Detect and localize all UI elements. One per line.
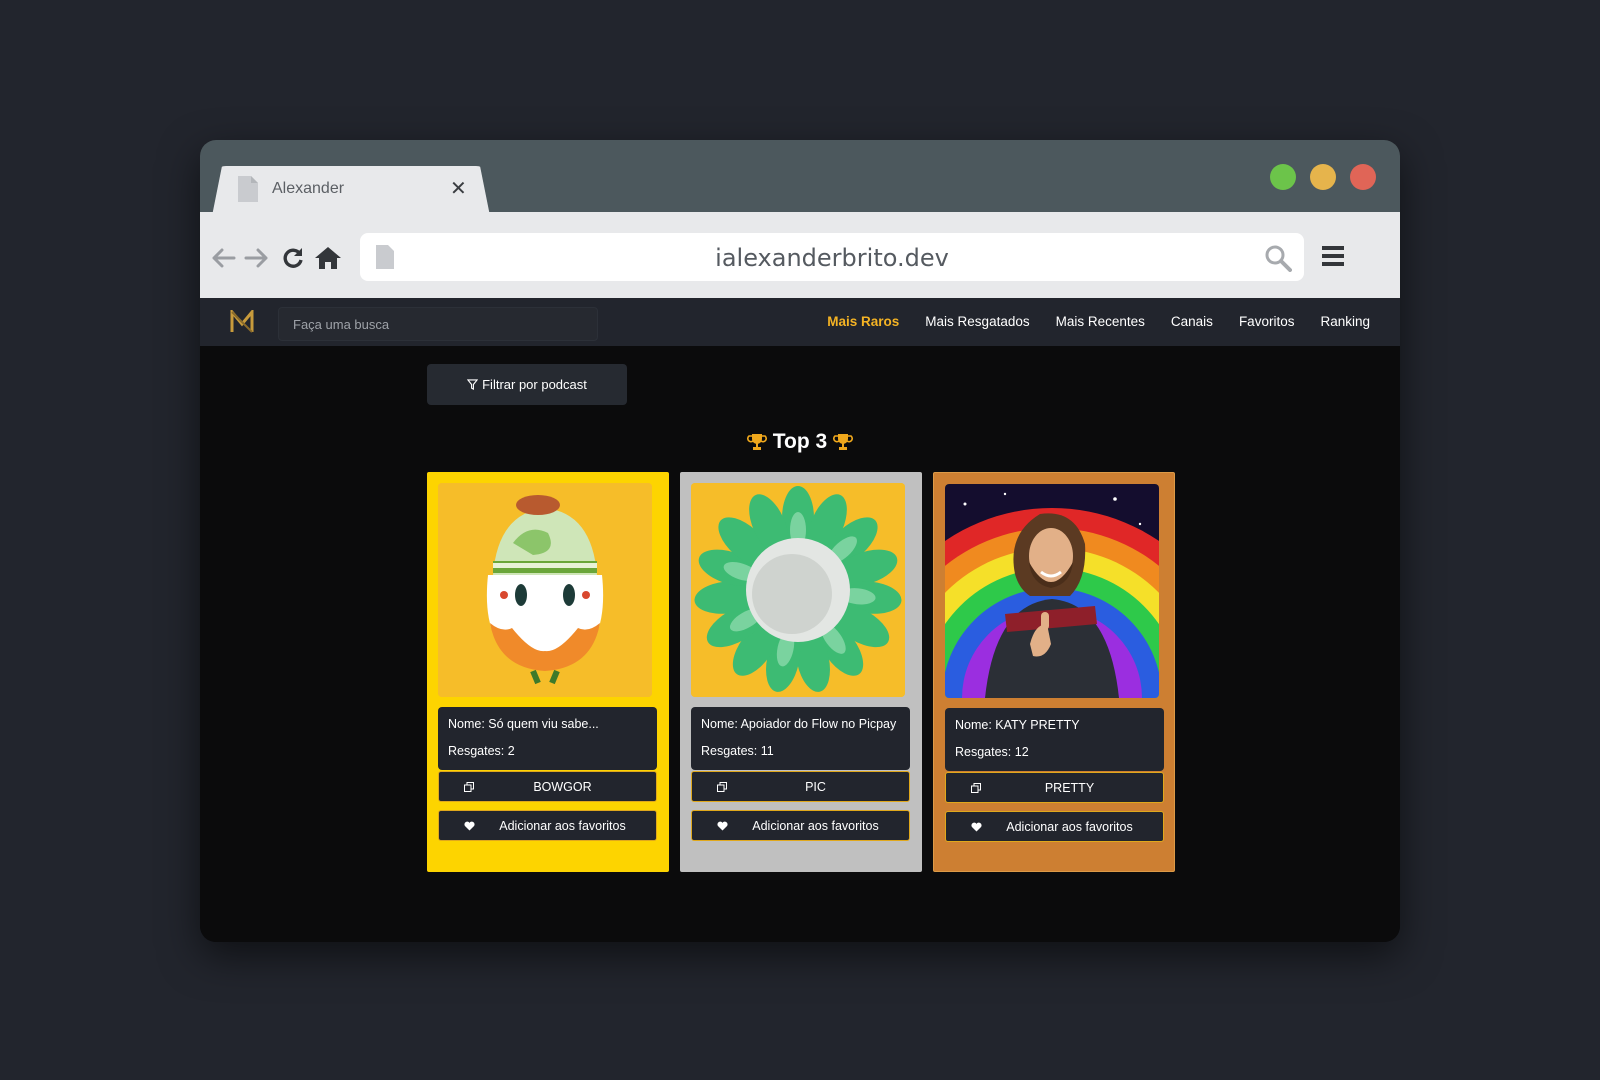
nav-link-canais[interactable]: Canais <box>1171 314 1213 329</box>
copy-code-button[interactable]: BOWGOR <box>438 771 657 802</box>
copy-icon <box>717 781 727 792</box>
favorite-label: Adicionar aos favoritos <box>752 818 879 833</box>
reward-info: Nome: Apoiador do Flow no Picpay Resgate… <box>691 707 910 770</box>
maximize-button[interactable] <box>1270 164 1296 190</box>
reward-image-clown-car <box>438 483 652 697</box>
filter-icon <box>467 379 479 390</box>
browser-tab[interactable]: Alexander ✕ <box>212 166 490 216</box>
heart-icon <box>716 821 728 831</box>
copy-code-button[interactable]: PRETTY <box>945 772 1164 803</box>
nav-link-mais-resgatados[interactable]: Mais Resgatados <box>925 314 1029 329</box>
reward-card: Nome: Apoiador do Flow no Picpay Resgate… <box>680 472 922 872</box>
site-navbar: Mais Raros Mais Resgatados Mais Recentes… <box>200 298 1400 346</box>
filter-podcast-button[interactable]: Filtrar por podcast <box>427 364 627 405</box>
nav-link-mais-raros[interactable]: Mais Raros <box>827 314 899 329</box>
code-label: BOWGOR <box>533 779 592 794</box>
heart-icon <box>970 822 982 832</box>
address-bar[interactable]: ialexanderbrito.dev <box>360 233 1304 281</box>
url-text: ialexanderbrito.dev <box>715 244 949 272</box>
close-tab-icon[interactable]: ✕ <box>450 176 467 201</box>
hamburger-menu-icon[interactable] <box>1322 246 1344 266</box>
file-icon <box>238 176 258 202</box>
favorite-label: Adicionar aos favoritos <box>1006 819 1133 834</box>
nav-links: Mais Raros Mais Resgatados Mais Recentes… <box>827 314 1370 329</box>
tab-title: Alexander <box>272 180 345 197</box>
reward-name: Nome: Só quem viu sabe... <box>448 717 599 731</box>
reward-redemptions: Resgates: 2 <box>448 744 515 758</box>
reward-image-man-rainbow <box>945 484 1159 698</box>
heart-icon <box>463 821 475 831</box>
close-window-button[interactable] <box>1350 164 1376 190</box>
reward-info: Nome: Só quem viu sabe... Resgates: 2 <box>438 707 657 770</box>
browser-window: Alexander ✕ ialexanderbrito.dev Mais Rar… <box>200 140 1400 942</box>
reward-image-green-flower <box>691 483 905 697</box>
reward-card: Nome: Só quem viu sabe... Resgates: 2 BO… <box>427 472 669 872</box>
reward-name: Nome: Apoiador do Flow no Picpay <box>701 717 897 731</box>
copy-icon <box>464 781 474 792</box>
copy-code-button[interactable]: PIC <box>691 771 910 802</box>
add-favorite-button[interactable]: Adicionar aos favoritos <box>438 810 657 841</box>
nav-link-mais-recentes[interactable]: Mais Recentes <box>1056 314 1145 329</box>
copy-icon <box>971 782 981 793</box>
trophy-icon <box>833 434 854 450</box>
favorite-label: Adicionar aos favoritos <box>499 818 626 833</box>
reward-redemptions: Resgates: 12 <box>955 745 1029 759</box>
add-favorite-button[interactable]: Adicionar aos favoritos <box>945 811 1164 842</box>
trophy-icon <box>746 434 767 450</box>
app-page: Mais Raros Mais Resgatados Mais Recentes… <box>200 298 1400 942</box>
code-label: PIC <box>805 779 826 794</box>
top3-heading: Top 3 <box>200 430 1400 454</box>
reward-card: Nome: KATY PRETTY Resgates: 12 PRETTY Ad… <box>933 472 1175 872</box>
nav-link-ranking[interactable]: Ranking <box>1320 314 1370 329</box>
reward-info: Nome: KATY PRETTY Resgates: 12 <box>945 708 1164 771</box>
title-bar: Alexander ✕ <box>200 140 1400 216</box>
minimize-button[interactable] <box>1310 164 1336 190</box>
browser-toolbar: ialexanderbrito.dev <box>200 212 1400 298</box>
nav-link-favoritos[interactable]: Favoritos <box>1239 314 1295 329</box>
back-arrow-icon[interactable] <box>210 246 236 270</box>
reward-name: Nome: KATY PRETTY <box>955 718 1080 732</box>
code-label: PRETTY <box>1044 780 1095 795</box>
search-input[interactable] <box>278 307 598 341</box>
site-logo-icon[interactable] <box>230 310 254 334</box>
filter-label: Filtrar por podcast <box>482 377 587 392</box>
reward-redemptions: Resgates: 11 <box>701 744 774 758</box>
home-icon[interactable] <box>314 246 342 270</box>
heading-text: Top 3 <box>772 430 828 453</box>
forward-arrow-icon[interactable] <box>244 246 270 270</box>
reload-icon[interactable] <box>280 246 306 270</box>
search-icon[interactable] <box>1264 244 1292 272</box>
add-favorite-button[interactable]: Adicionar aos favoritos <box>691 810 910 841</box>
